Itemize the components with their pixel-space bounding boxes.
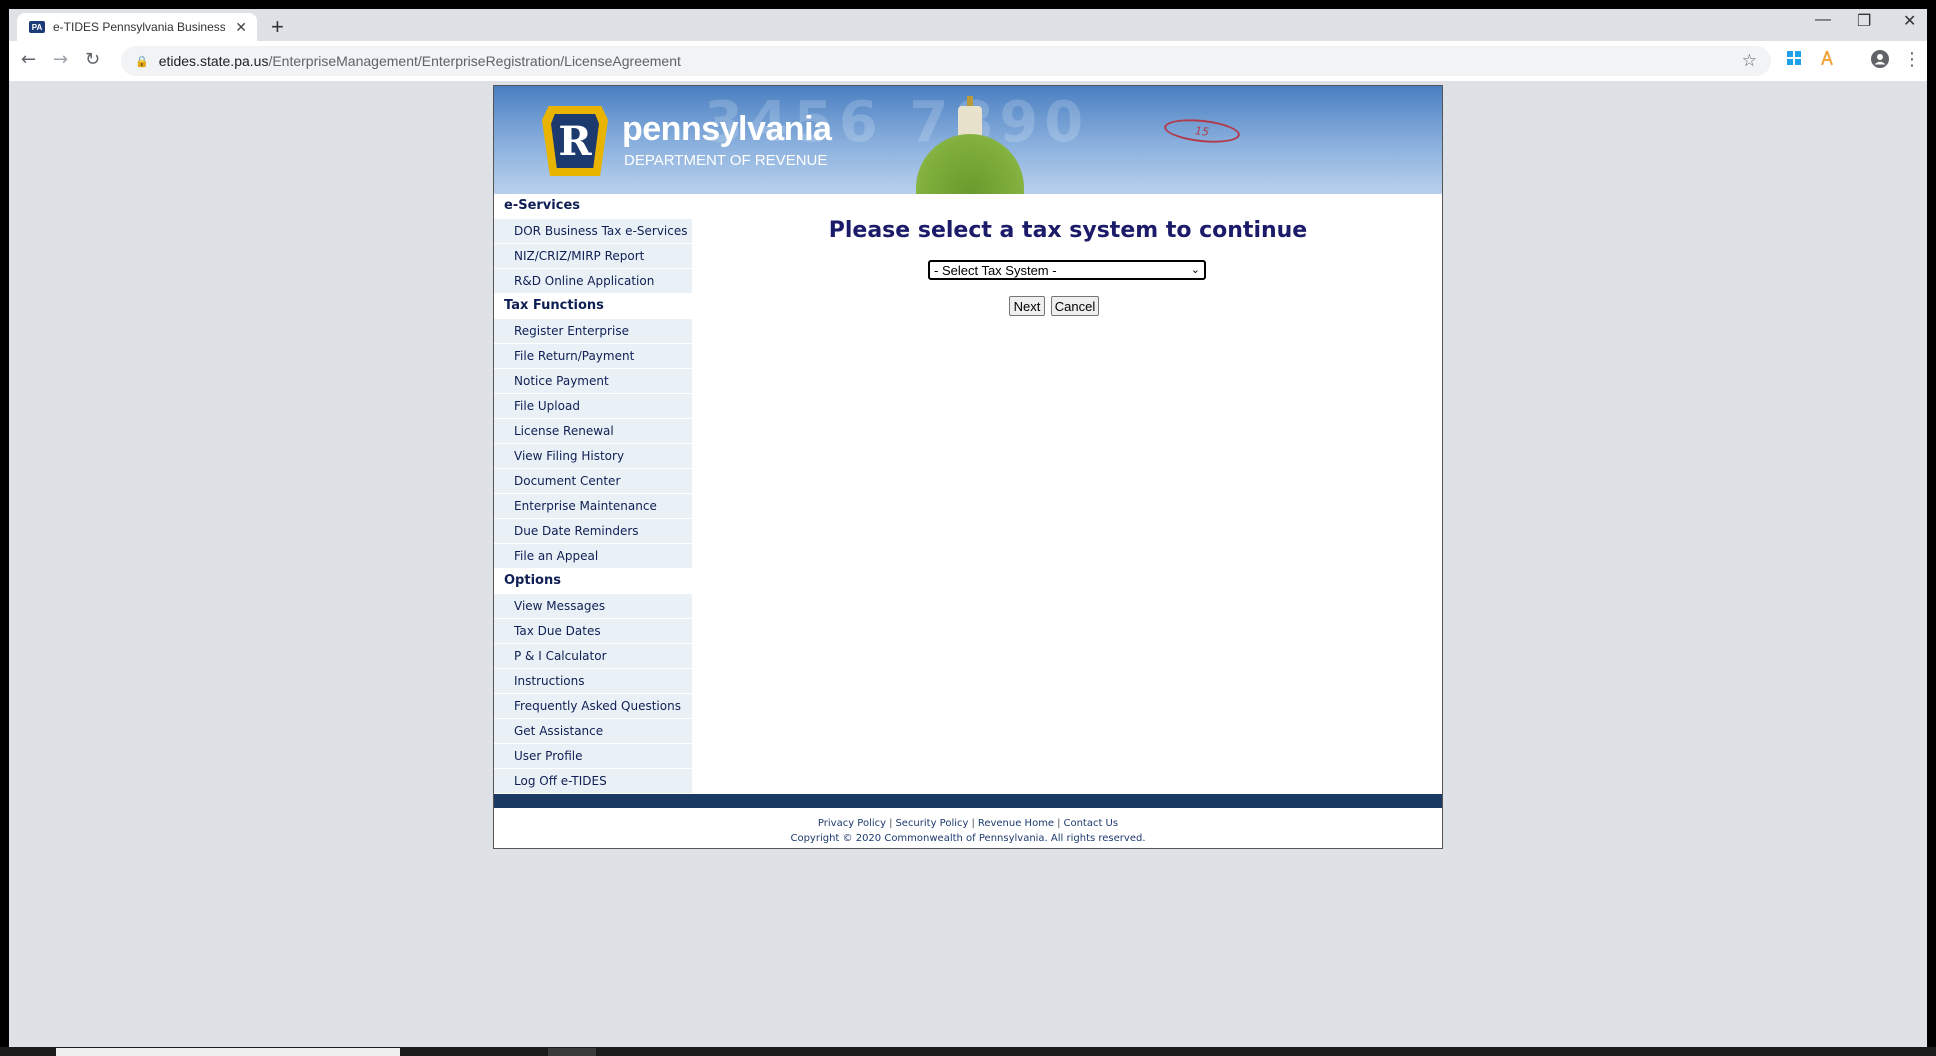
taskbar-active-app[interactable]	[548, 1048, 596, 1056]
cancel-button[interactable]: Cancel	[1051, 296, 1099, 316]
browser-window: PA e-TIDES Pennsylvania Business Ta ✕ + …	[9, 9, 1927, 1047]
sidebar-menu-item[interactable]: R&D Online Application	[494, 269, 692, 294]
footer-link[interactable]: Privacy Policy	[818, 818, 886, 829]
windows-extension-icon[interactable]	[1787, 50, 1801, 70]
sidebar-menu-item[interactable]: Frequently Asked Questions	[494, 694, 692, 719]
footer-link[interactable]: Revenue Home	[978, 818, 1054, 829]
footer-links: Privacy Policy | Security Policy | Revenue H…	[494, 818, 1442, 829]
tax-system-select[interactable]: - Select Tax System - ⌄	[928, 260, 1206, 280]
keystone-logo-icon: R	[542, 106, 608, 176]
footer-link[interactable]: Contact Us	[1063, 818, 1118, 829]
profile-avatar-icon[interactable]	[1871, 50, 1889, 73]
sidebar-menu-item[interactable]: Log Off e-TIDES	[494, 769, 692, 794]
sidebar-menu-item[interactable]: P & I Calculator	[494, 644, 692, 669]
page-title: Please select a tax system to continue	[828, 218, 1308, 243]
sidebar-section-header: e-Services	[494, 194, 694, 219]
sidebar-menu-item[interactable]: Notice Payment	[494, 369, 692, 394]
sidebar-menu-item[interactable]: View Filing History	[494, 444, 692, 469]
sidebar-menu-item[interactable]: Document Center	[494, 469, 692, 494]
browser-menu-icon[interactable]: ⋮	[1903, 49, 1921, 70]
sidebar-menu-item[interactable]: Tax Due Dates	[494, 619, 692, 644]
close-window-button[interactable]: ✕	[1903, 11, 1916, 31]
select-value: - Select Tax System -	[934, 262, 1057, 278]
restore-button[interactable]: ❐	[1857, 11, 1871, 31]
acrobat-extension-icon[interactable]	[1820, 50, 1834, 71]
department-name: DEPARTMENT OF REVENUE	[624, 152, 828, 169]
reload-button[interactable]: ↻	[85, 49, 100, 70]
footer: Privacy Policy | Security Policy | Revenue H…	[494, 808, 1442, 848]
brand-name: pennsylvania	[622, 110, 832, 148]
lock-icon[interactable]: 🔒	[135, 55, 149, 68]
sidebar-menu-item[interactable]: View Messages	[494, 594, 692, 619]
footer-separator: |	[971, 818, 975, 829]
sidebar-menu-item[interactable]: File Upload	[494, 394, 692, 419]
sidebar-nav: e-Services DOR Business Tax e-Services NIZ…	[494, 194, 694, 794]
chevron-down-icon: ⌄	[1190, 264, 1200, 276]
browser-tab[interactable]: PA e-TIDES Pennsylvania Business Ta ✕	[17, 13, 257, 41]
sidebar-section-header: Tax Functions	[494, 294, 694, 319]
back-button[interactable]: ←	[21, 49, 36, 70]
bookmark-star-icon[interactable]: ☆	[1742, 51, 1757, 71]
taskbar-search[interactable]	[56, 1048, 400, 1056]
main-content: Please select a tax system to continue -…	[694, 194, 1442, 794]
sidebar-section-header: Options	[494, 569, 694, 594]
footer-bar	[494, 794, 1442, 808]
browser-toolbar: ← → ↻ 🔒 etides.state.pa.us /EnterpriseMa…	[9, 41, 1927, 82]
os-taskbar	[0, 1047, 1936, 1056]
sidebar-menu-item[interactable]: File Return/Payment	[494, 344, 692, 369]
sidebar-menu-item[interactable]: Register Enterprise	[494, 319, 692, 344]
tab-title: e-TIDES Pennsylvania Business Ta	[53, 20, 225, 34]
header-banner: 3456 7890 R pennsylvania DEPARTMENT OF R…	[494, 86, 1442, 194]
tab-strip: PA e-TIDES Pennsylvania Business Ta ✕ + …	[9, 9, 1927, 41]
next-button[interactable]: Next	[1009, 296, 1045, 316]
page-viewport: 3456 7890 R pennsylvania DEPARTMENT OF R…	[9, 81, 1927, 1047]
copyright-text: Copyright © 2020 Commonwealth of Pennsyl…	[790, 833, 1146, 844]
sidebar-menu-item[interactable]: Enterprise Maintenance	[494, 494, 692, 519]
sidebar-menu-item[interactable]: Get Assistance	[494, 719, 692, 744]
sidebar-menu-item[interactable]: Due Date Reminders	[494, 519, 692, 544]
new-tab-button[interactable]: +	[271, 14, 284, 40]
etides-page: 3456 7890 R pennsylvania DEPARTMENT OF R…	[493, 85, 1443, 849]
sidebar-menu-item[interactable]: User Profile	[494, 744, 692, 769]
tab-close-icon[interactable]: ✕	[235, 19, 247, 36]
forward-button[interactable]: →	[53, 49, 68, 70]
favicon-icon: PA	[29, 21, 45, 33]
banner-stamp: 15	[1163, 116, 1241, 146]
address-bar[interactable]: 🔒 etides.state.pa.us /EnterpriseManageme…	[121, 46, 1771, 76]
url-host: etides.state.pa.us	[158, 53, 269, 69]
minimize-button[interactable]: —	[1815, 11, 1831, 29]
sidebar-menu-item[interactable]: Instructions	[494, 669, 692, 694]
sidebar-menu-item[interactable]: NIZ/CRIZ/MIRP Report	[494, 244, 692, 269]
footer-link[interactable]: Security Policy	[895, 818, 968, 829]
url-path: /EnterpriseManagement/EnterpriseRegistra…	[268, 53, 681, 69]
sidebar-menu-item[interactable]: License Renewal	[494, 419, 692, 444]
capitol-dome-image	[908, 96, 1032, 194]
logo-letter: R	[551, 114, 599, 168]
sidebar-menu-item[interactable]: DOR Business Tax e-Services	[494, 219, 692, 244]
sidebar-menu-item[interactable]: File an Appeal	[494, 544, 692, 569]
